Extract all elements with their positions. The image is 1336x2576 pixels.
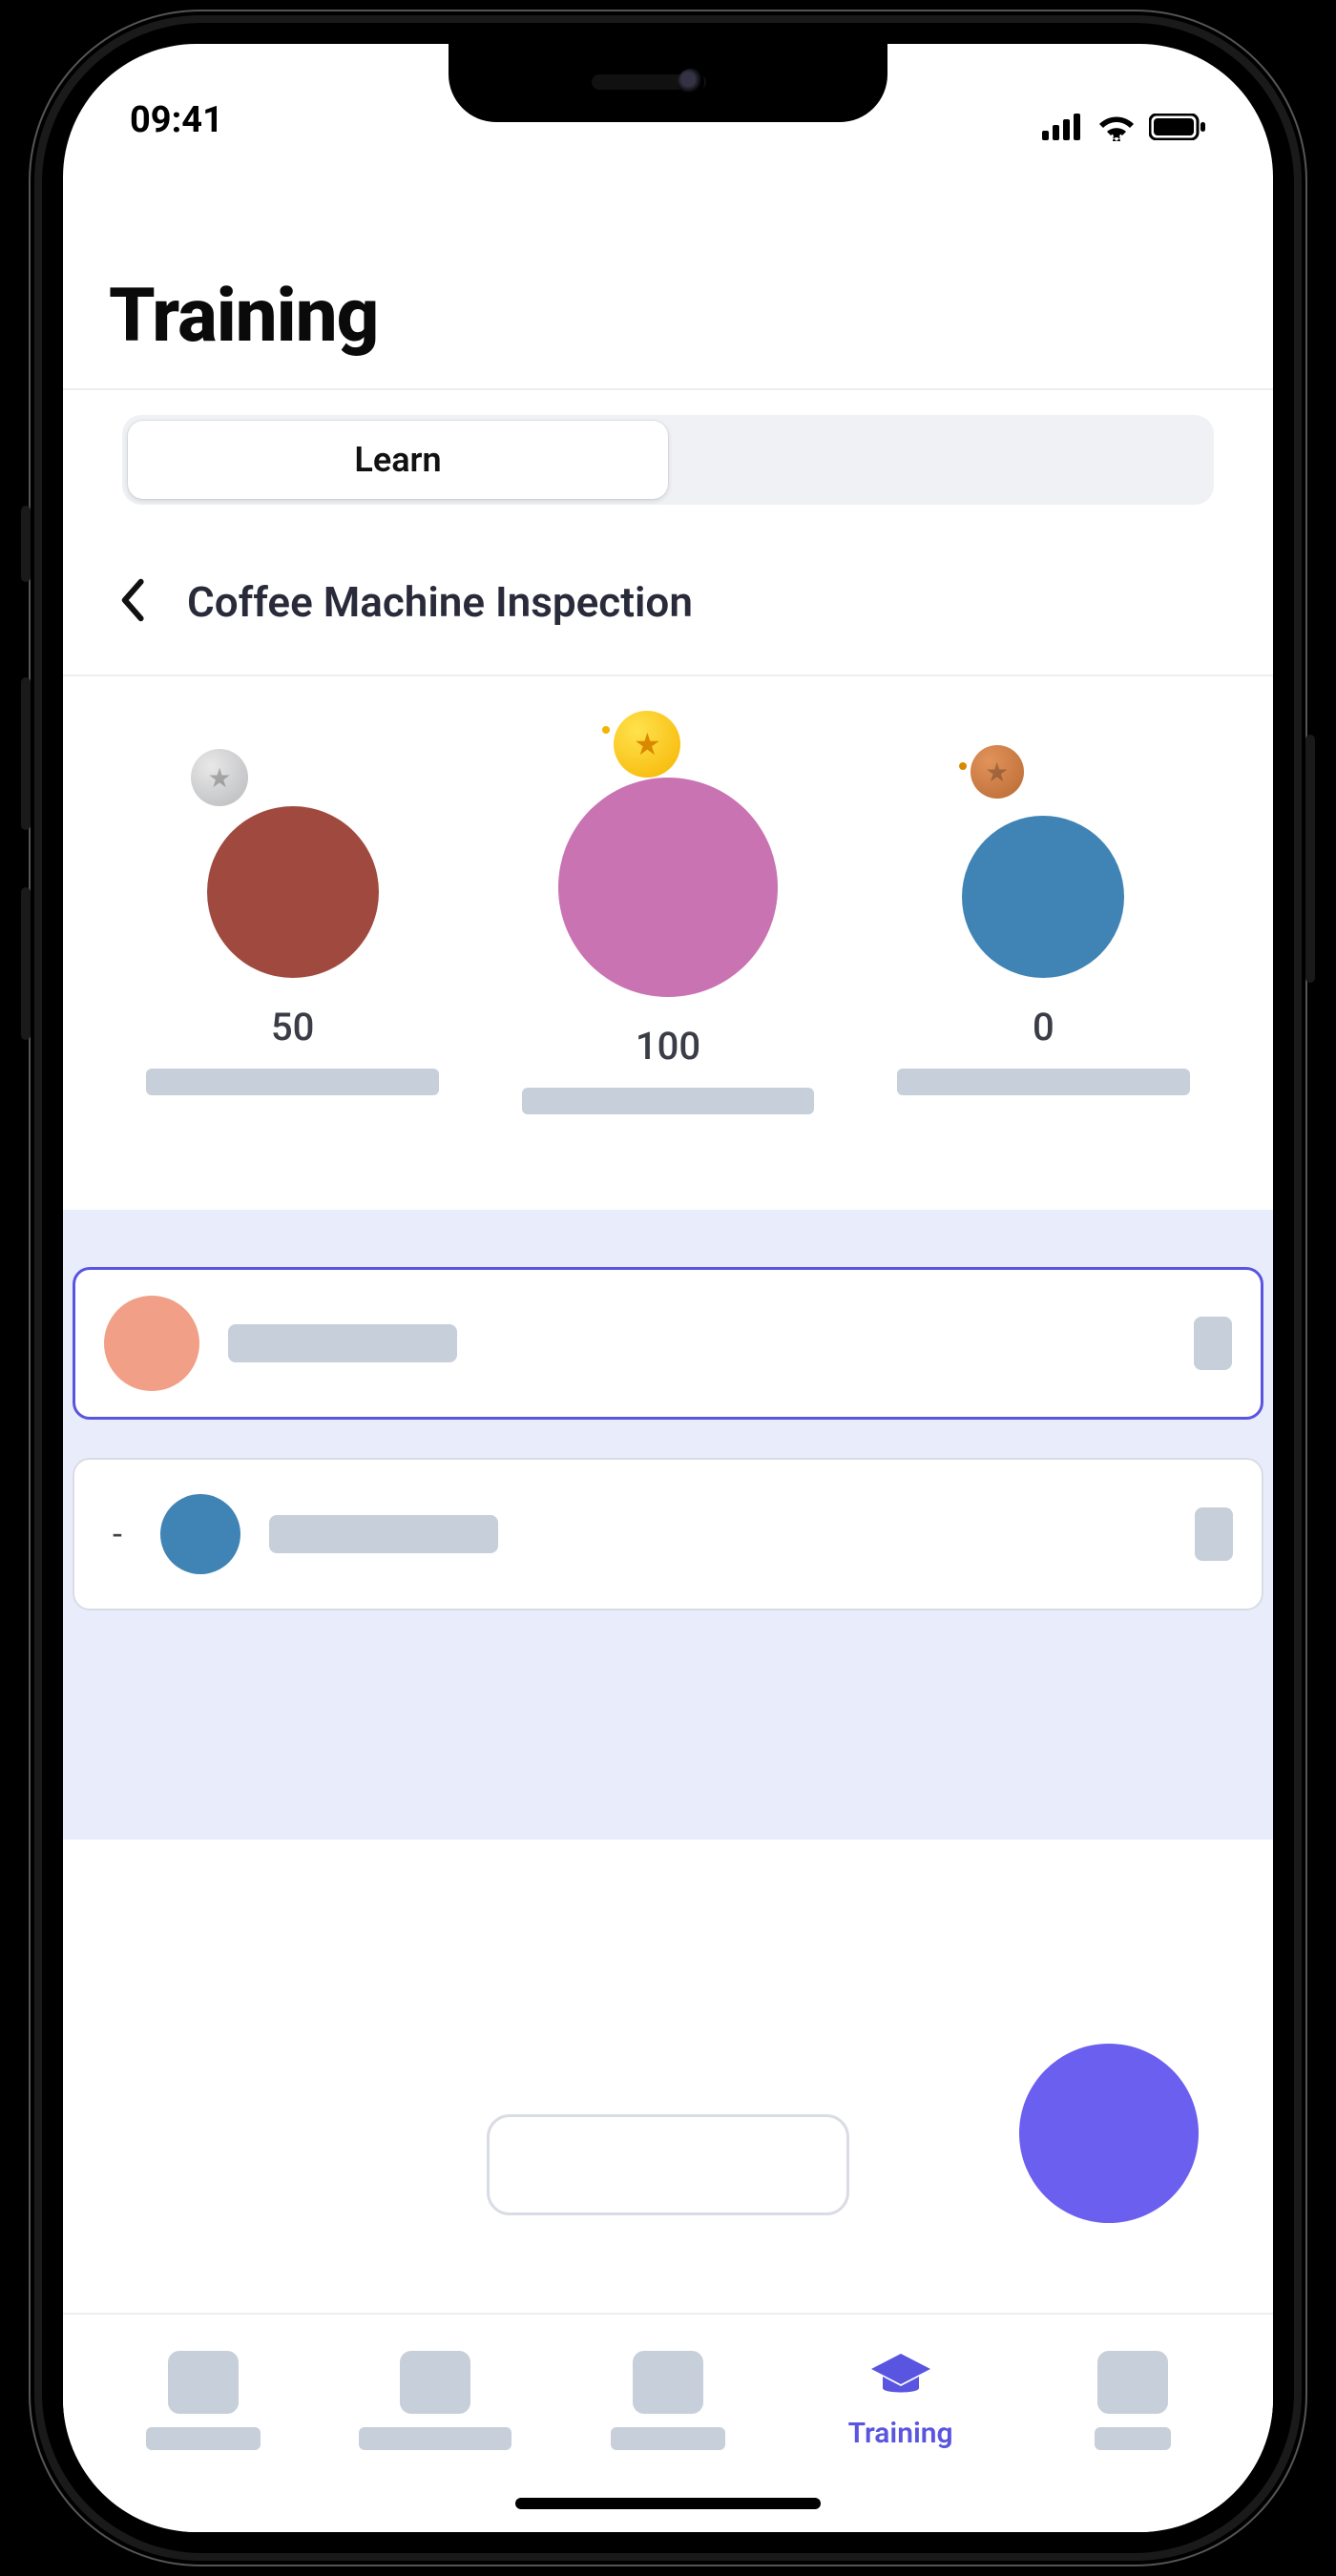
avatar	[962, 816, 1124, 978]
notch	[449, 44, 887, 122]
tab-label-placeholder	[1095, 2427, 1171, 2450]
ranking-rank: -	[103, 1514, 132, 1554]
tab-item-2[interactable]	[324, 2336, 548, 2465]
tab-item-training[interactable]: Training	[789, 2336, 1012, 2465]
ranking-badge-placeholder	[1194, 1317, 1232, 1370]
wifi-icon	[1097, 113, 1136, 141]
leaderboard-col-1st[interactable]: ★ 100	[480, 720, 855, 1114]
tab-label-placeholder	[146, 2427, 261, 2450]
tab-icon-placeholder	[633, 2351, 703, 2414]
chevron-left-icon	[115, 577, 149, 623]
leaderboard-name-placeholder	[522, 1088, 815, 1114]
volume-up-button	[21, 677, 31, 830]
volume-down-button	[21, 887, 31, 1040]
tab-label-placeholder	[359, 2427, 511, 2450]
avatar	[558, 778, 778, 997]
leaderboard-col-2nd[interactable]: ★ 50	[105, 720, 480, 1114]
ranking-badge-placeholder	[1195, 1507, 1233, 1561]
screen: 09:41 Training	[63, 44, 1273, 2532]
tab-item-3[interactable]	[556, 2336, 780, 2465]
bronze-medal-icon: ★	[971, 745, 1024, 799]
ranking-name-placeholder	[269, 1515, 498, 1553]
tab-icon-placeholder	[1097, 2351, 1168, 2414]
segment-second[interactable]	[668, 421, 1208, 499]
home-indicator[interactable]	[515, 2498, 821, 2509]
sparkle-icon	[959, 762, 967, 770]
breadcrumb-title: Coffee Machine Inspection	[187, 577, 693, 627]
back-button[interactable]	[115, 577, 149, 627]
ranking-card[interactable]: -	[73, 1458, 1263, 1610]
segmented-control: Learn	[122, 415, 1214, 505]
tab-icon-placeholder	[400, 2351, 470, 2414]
leaderboard-score: 0	[1033, 1005, 1054, 1049]
mute-switch	[21, 506, 31, 582]
leaderboard-col-3rd[interactable]: ★ 0	[856, 720, 1231, 1114]
status-time: 09:41	[130, 99, 223, 141]
phone-frame: 09:41 Training	[29, 10, 1307, 2566]
avatar	[104, 1296, 199, 1391]
leaderboard-name-placeholder	[897, 1069, 1190, 1095]
tab-icon-placeholder	[168, 2351, 239, 2414]
leaderboard: ★ 50 ★ 100 ★	[105, 676, 1231, 1143]
leaderboard-name-placeholder	[146, 1069, 439, 1095]
sparkle-icon	[602, 726, 610, 734]
tab-item-5[interactable]	[1021, 2336, 1244, 2465]
leaderboard-score: 50	[271, 1005, 314, 1049]
cellular-icon	[1042, 114, 1084, 140]
ranking-name-placeholder	[228, 1324, 457, 1362]
ranking-panel: -	[63, 1210, 1273, 1839]
battery-icon	[1149, 114, 1206, 140]
tab-item-1[interactable]	[92, 2336, 315, 2465]
gold-medal-icon: ★	[614, 711, 680, 778]
avatar	[160, 1494, 240, 1574]
ranking-card-selected[interactable]	[73, 1267, 1263, 1420]
tab-label-placeholder	[611, 2427, 725, 2450]
power-button	[1305, 735, 1315, 983]
graduation-cap-icon	[869, 2352, 932, 2403]
segment-learn[interactable]: Learn	[128, 421, 668, 499]
leaderboard-score: 100	[636, 1024, 700, 1069]
silver-medal-icon: ★	[191, 749, 248, 806]
floating-pill[interactable]	[487, 2114, 849, 2215]
avatar	[207, 806, 379, 978]
tab-label: Training	[848, 2417, 953, 2450]
page-title: Training	[109, 273, 1231, 360]
floating-action-button[interactable]	[1019, 2044, 1199, 2223]
